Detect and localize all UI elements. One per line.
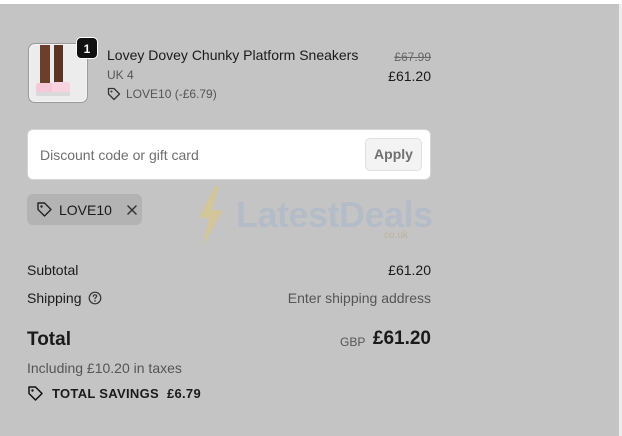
tag-icon — [28, 386, 43, 401]
shipping-label: Shipping — [27, 290, 82, 306]
discount-field[interactable]: Discount code or gift card Apply — [27, 129, 431, 180]
savings-value: £6.79 — [166, 386, 201, 401]
subtotal-label: Subtotal — [27, 262, 79, 278]
quantity-badge: 1 — [76, 37, 98, 59]
applied-discount-chip: LOVE10 — [27, 194, 142, 225]
currency-code: GBP — [340, 335, 366, 349]
total-value: £61.20 — [372, 328, 431, 349]
product-discount-label: LOVE10 (-£6.79) — [126, 87, 217, 101]
watermark-domain: co.uk — [384, 230, 408, 241]
total-savings: TOTAL SAVINGS £6.79 — [27, 385, 201, 402]
line-price: £61.20 — [388, 68, 431, 84]
savings-label: TOTAL SAVINGS — [52, 386, 159, 401]
product-variant: UK 4 — [107, 68, 134, 82]
apply-button[interactable]: Apply — [365, 138, 422, 171]
shipping-row: Shipping — [27, 290, 102, 306]
help-icon[interactable] — [88, 291, 102, 305]
taxes-note: Including £10.20 in taxes — [27, 360, 182, 376]
original-price: £67.99 — [394, 50, 431, 64]
product-name: Lovey Dovey Chunky Platform Sneakers — [107, 47, 359, 63]
remove-discount-button[interactable] — [126, 204, 138, 216]
shipping-value: Enter shipping address — [287, 290, 431, 306]
tag-icon — [107, 87, 121, 101]
applied-code-label: LOVE10 — [59, 201, 112, 218]
tag-icon — [37, 202, 52, 217]
product-discount: LOVE10 (-£6.79) — [107, 87, 217, 101]
lightning-bolt-icon — [199, 186, 223, 246]
close-icon — [127, 204, 137, 215]
total-label: Total — [27, 329, 71, 350]
subtotal-value: £61.20 — [388, 262, 431, 278]
discount-input[interactable]: Discount code or gift card — [40, 147, 199, 163]
